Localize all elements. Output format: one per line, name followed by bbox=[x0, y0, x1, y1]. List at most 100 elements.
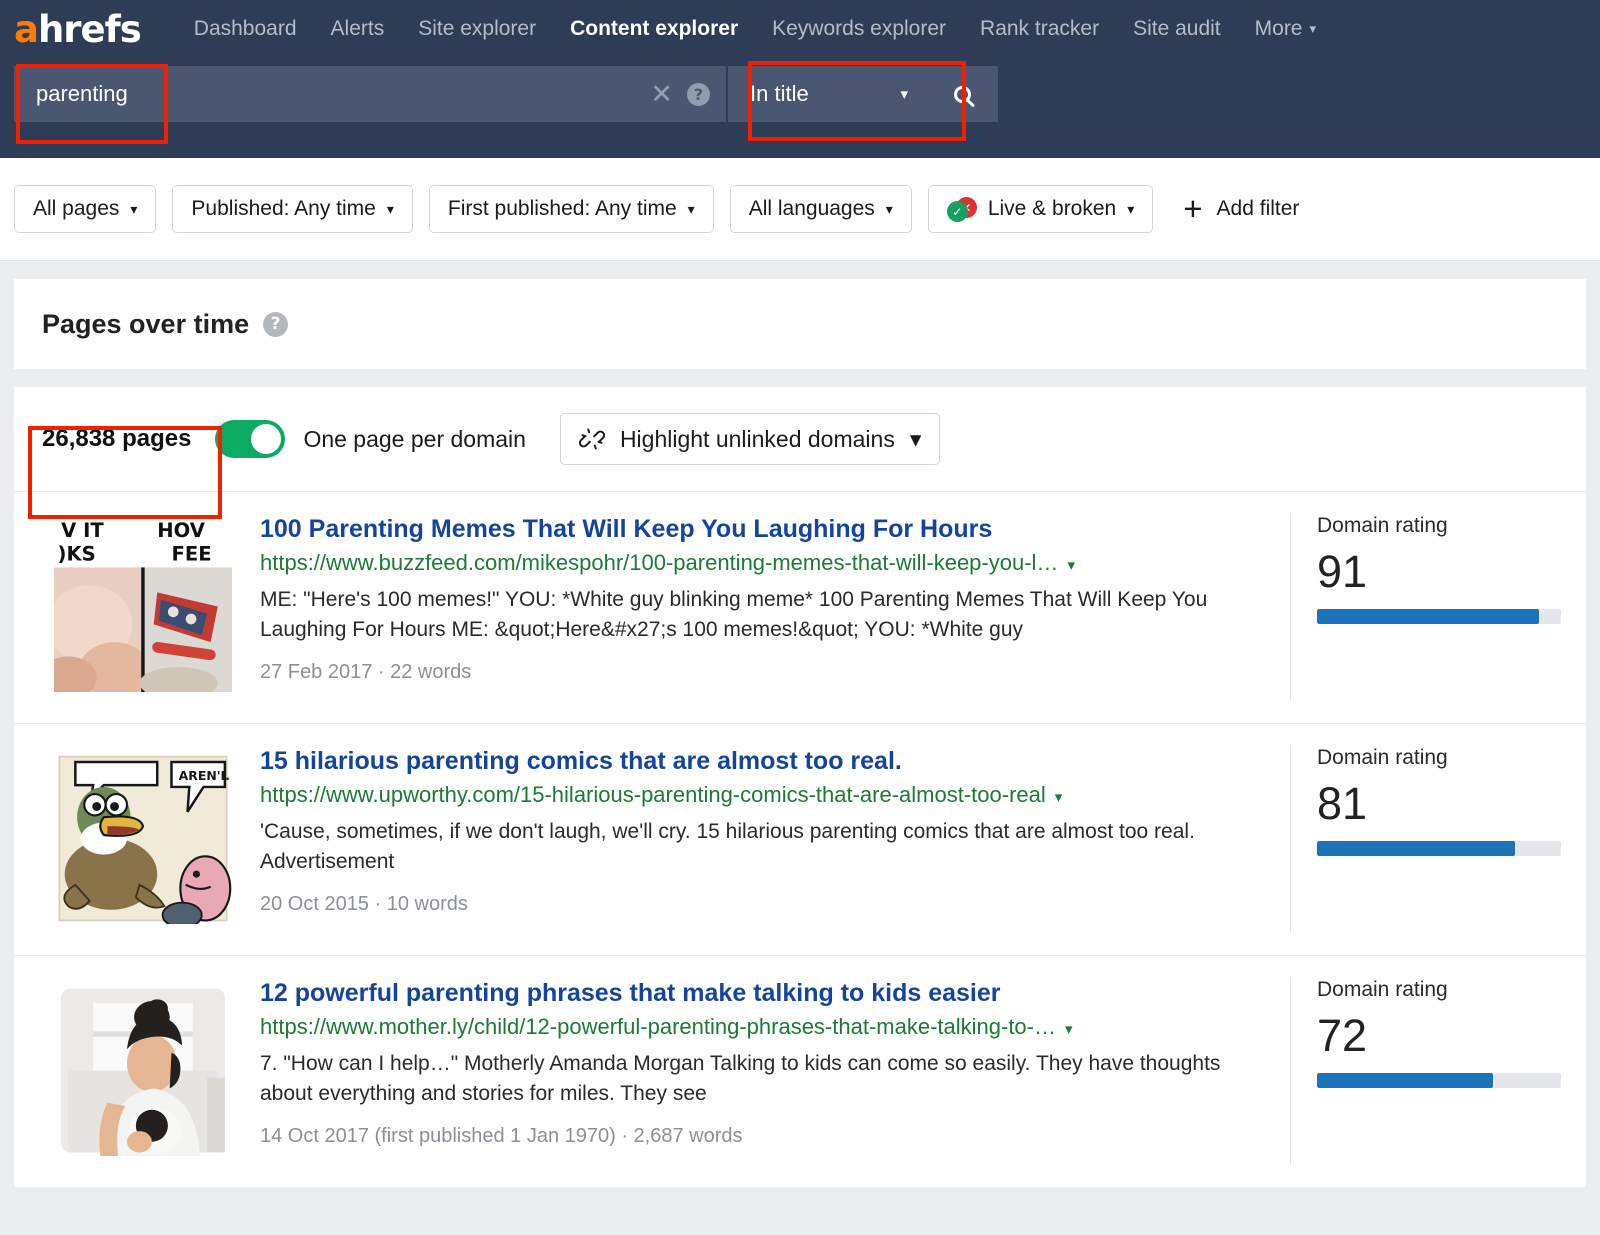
result-description: ME: "Here's 100 memes!" YOU: *White guy … bbox=[260, 585, 1256, 645]
chevron-down-icon: ▾ bbox=[900, 85, 908, 103]
result-meta: 14 Oct 2017 (first published 1 Jan 1970)… bbox=[260, 1125, 1256, 1148]
filter-first-published-label: First published: Any time bbox=[448, 197, 677, 221]
result-url[interactable]: https://www.upworthy.com/15-hilarious-pa… bbox=[260, 782, 1046, 808]
result-main: 12 powerful parenting phrases that make … bbox=[260, 978, 1290, 1165]
help-icon[interactable]: ? bbox=[263, 312, 288, 337]
filter-live-broken-label: Live & broken bbox=[988, 197, 1116, 221]
ahrefs-logo[interactable]: ahrefs bbox=[14, 11, 141, 48]
domain-rating-value: 81 bbox=[1317, 780, 1586, 827]
page-title: Pages over time bbox=[42, 309, 249, 340]
table-row: 12 powerful parenting phrases that make … bbox=[14, 955, 1586, 1187]
table-row: AREN'I. bbox=[14, 723, 1586, 955]
nav-item-alerts[interactable]: Alerts bbox=[314, 17, 402, 41]
domain-rating-value: 72 bbox=[1317, 1012, 1586, 1059]
main-content: Pages over time ? 26,838 pages One page … bbox=[0, 279, 1600, 1187]
chevron-down-icon: ▾ bbox=[886, 201, 893, 218]
meme-thumbnail-image: V IT HOV )KS FEE bbox=[54, 514, 232, 692]
highlight-unlinked-domains-label: Highlight unlinked domains bbox=[620, 426, 895, 453]
logo-letter-a: a bbox=[14, 8, 38, 51]
search-row: ✕ ? In title ▾ bbox=[0, 58, 1600, 130]
domain-rating-label: Domain rating bbox=[1317, 514, 1586, 538]
chevron-down-icon: ▾ bbox=[130, 201, 137, 218]
filter-languages[interactable]: All languages ▾ bbox=[730, 185, 912, 233]
domain-rating-bar bbox=[1317, 841, 1561, 856]
result-thumbnail[interactable]: V IT HOV )KS FEE bbox=[54, 514, 232, 692]
domain-rating-cell: Domain rating 72 bbox=[1290, 978, 1586, 1165]
filter-bar: All pages ▾ Published: Any time ▾ First … bbox=[0, 158, 1600, 261]
svg-text:HOV: HOV bbox=[157, 519, 206, 542]
chevron-down-icon[interactable]: ▾ bbox=[1055, 788, 1063, 806]
close-icon[interactable]: ✕ bbox=[650, 81, 673, 108]
main-navigation: ahrefs Dashboard Alerts Site explorer Co… bbox=[0, 0, 1600, 58]
chevron-down-icon: ▾ bbox=[910, 426, 922, 453]
highlight-unlinked-domains-button[interactable]: Highlight unlinked domains ▾ bbox=[560, 413, 940, 465]
filter-all-pages[interactable]: All pages ▾ bbox=[14, 185, 156, 233]
svg-text:)KS: )KS bbox=[58, 542, 96, 565]
result-url[interactable]: https://www.buzzfeed.com/mikespohr/100-p… bbox=[260, 550, 1058, 576]
result-url[interactable]: https://www.mother.ly/child/12-powerful-… bbox=[260, 1014, 1056, 1040]
result-title[interactable]: 12 powerful parenting phrases that make … bbox=[260, 978, 1256, 1009]
search-mode-label: In title bbox=[750, 81, 809, 107]
result-description: 'Cause, sometimes, if we don't laugh, we… bbox=[260, 817, 1256, 877]
domain-rating-label: Domain rating bbox=[1317, 978, 1586, 1002]
result-url-line: https://www.buzzfeed.com/mikespohr/100-p… bbox=[260, 550, 1256, 576]
search-button[interactable] bbox=[926, 66, 998, 122]
chevron-down-icon: ▾ bbox=[1127, 201, 1134, 218]
result-thumbnail[interactable] bbox=[54, 978, 232, 1156]
plus-icon: + bbox=[1183, 197, 1202, 220]
nav-item-rank-tracker[interactable]: Rank tracker bbox=[963, 17, 1116, 41]
nav-item-more[interactable]: More▾ bbox=[1238, 17, 1333, 41]
nav-item-site-explorer[interactable]: Site explorer bbox=[401, 17, 553, 41]
help-icon[interactable]: ? bbox=[687, 83, 710, 106]
chevron-down-icon[interactable]: ▾ bbox=[1065, 1020, 1073, 1038]
domain-rating-bar bbox=[1317, 609, 1561, 624]
domain-rating-cell: Domain rating 81 bbox=[1290, 746, 1586, 933]
chevron-down-icon: ▾ bbox=[387, 201, 394, 218]
result-thumbnail[interactable]: AREN'I. bbox=[54, 746, 232, 924]
mother-baby-thumbnail-image bbox=[54, 978, 232, 1156]
domain-rating-cell: Domain rating 91 bbox=[1290, 514, 1586, 701]
domain-rating-label: Domain rating bbox=[1317, 746, 1586, 770]
result-description: 7. "How can I help…" Motherly Amanda Mor… bbox=[260, 1049, 1256, 1109]
svg-text:FEE: FEE bbox=[171, 542, 211, 565]
one-page-per-domain-toggle[interactable] bbox=[215, 420, 285, 458]
filter-first-published[interactable]: First published: Any time ▾ bbox=[429, 185, 714, 233]
logo-text: hrefs bbox=[38, 8, 141, 51]
search-mode-select[interactable]: In title ▾ bbox=[728, 66, 926, 122]
filter-live-broken[interactable]: ✕ ✓ Live & broken ▾ bbox=[928, 185, 1153, 233]
filter-languages-label: All languages bbox=[749, 197, 875, 221]
result-title[interactable]: 100 Parenting Memes That Will Keep You L… bbox=[260, 514, 1256, 545]
results-toolbar: 26,838 pages One page per domain Highlig… bbox=[14, 387, 1586, 491]
live-broken-icon: ✕ ✓ bbox=[947, 197, 977, 221]
domain-rating-bar-fill bbox=[1317, 1073, 1493, 1088]
results-count: 26,838 pages bbox=[42, 425, 191, 453]
chevron-down-icon[interactable]: ▾ bbox=[1067, 556, 1075, 574]
nav-item-keywords-explorer[interactable]: Keywords explorer bbox=[755, 17, 963, 41]
chevron-down-icon: ▾ bbox=[1310, 21, 1317, 37]
toggle-knob bbox=[251, 424, 281, 454]
domain-rating-value: 91 bbox=[1317, 548, 1586, 595]
result-meta: 27 Feb 2017 · 22 words bbox=[260, 661, 1256, 684]
nav-item-site-audit[interactable]: Site audit bbox=[1116, 17, 1238, 41]
broken-link-icon bbox=[579, 426, 605, 452]
result-meta: 20 Oct 2015 · 10 words bbox=[260, 893, 1256, 916]
search-input[interactable] bbox=[36, 81, 650, 107]
nav-item-content-explorer[interactable]: Content explorer bbox=[553, 17, 755, 41]
search-icon bbox=[954, 86, 971, 103]
result-title[interactable]: 15 hilarious parenting comics that are a… bbox=[260, 746, 1256, 777]
result-url-line: https://www.upworthy.com/15-hilarious-pa… bbox=[260, 782, 1256, 808]
result-main: 15 hilarious parenting comics that are a… bbox=[260, 746, 1290, 933]
add-filter-button[interactable]: + Add filter bbox=[1183, 197, 1299, 221]
table-row: V IT HOV )KS FEE bbox=[14, 491, 1586, 723]
search-box: ✕ ? bbox=[14, 66, 726, 122]
chevron-down-icon: ▾ bbox=[688, 201, 695, 218]
app-header: ahrefs Dashboard Alerts Site explorer Co… bbox=[0, 0, 1600, 158]
nav-item-dashboard[interactable]: Dashboard bbox=[177, 17, 314, 41]
live-circle-icon: ✓ bbox=[947, 201, 968, 222]
domain-rating-bar-fill bbox=[1317, 841, 1515, 856]
svg-text:V IT: V IT bbox=[61, 519, 104, 542]
pages-over-time-card: Pages over time ? bbox=[14, 279, 1586, 369]
filter-published-label: Published: Any time bbox=[191, 197, 375, 221]
filter-published[interactable]: Published: Any time ▾ bbox=[172, 185, 412, 233]
filter-all-pages-label: All pages bbox=[33, 197, 119, 221]
